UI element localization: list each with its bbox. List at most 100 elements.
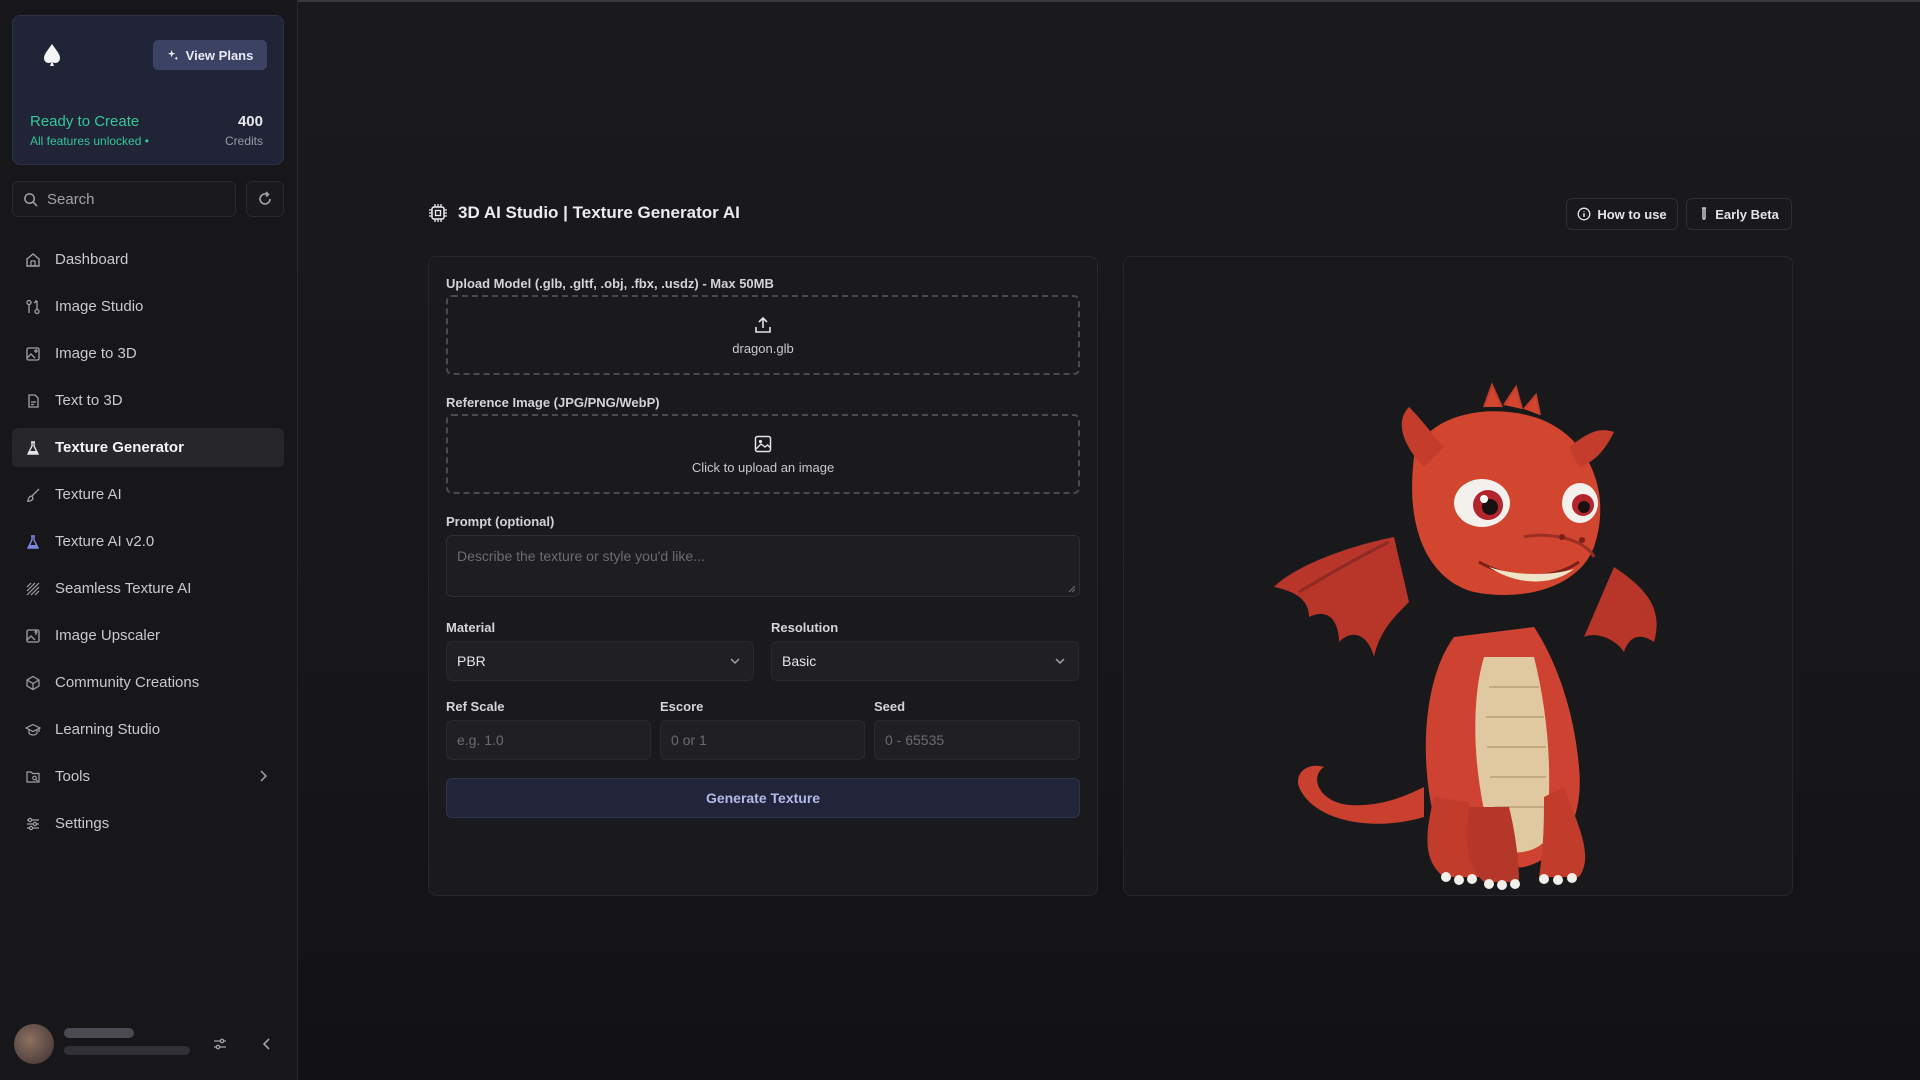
graduation-cap-icon: [25, 723, 41, 736]
sidebar-item-label: Text to 3D: [55, 392, 123, 409]
ready-status: Ready to Create: [30, 113, 140, 130]
credits-count: 400: [237, 113, 263, 130]
settings-toggle-icon[interactable]: [212, 1036, 228, 1052]
hatch-icon: [26, 582, 40, 595]
flask-icon: [26, 440, 40, 455]
prompt-textarea[interactable]: Describe the texture or style you'd like…: [446, 535, 1080, 597]
model-preview[interactable]: [1123, 256, 1793, 896]
user-email-blurred: [64, 1046, 190, 1055]
resize-handle-icon[interactable]: [1066, 583, 1076, 593]
view-plans-button[interactable]: View Plans: [153, 40, 267, 70]
search-input[interactable]: Search: [12, 181, 236, 217]
sidebar: View Plans Ready to Create All features …: [0, 0, 298, 1080]
git-compare-icon: [26, 299, 40, 314]
sidebar-item-label: Dashboard: [55, 251, 129, 268]
sidebar-item-settings[interactable]: Settings: [12, 804, 284, 843]
upload-model-label: Upload Model (.glb, .gltf, .obj, .fbx, .…: [446, 276, 774, 291]
seed-input[interactable]: 0 - 65535: [874, 720, 1080, 760]
escore-label: Escore: [660, 699, 704, 714]
info-icon: [1577, 207, 1591, 221]
sidebar-item-image-to-3d[interactable]: Image to 3D: [12, 334, 284, 373]
ref-scale-input[interactable]: e.g. 1.0: [446, 720, 651, 760]
reference-image-dropzone[interactable]: Click to upload an image: [446, 414, 1080, 494]
resolution-value: Basic: [782, 653, 817, 669]
flask-icon: [26, 534, 40, 549]
image-plus-icon: [26, 346, 40, 361]
resolution-label: Resolution: [771, 620, 839, 635]
sidebar-item-label: Image Upscaler: [55, 627, 161, 644]
credits-label: Credits: [224, 134, 263, 148]
upload-icon: [755, 316, 771, 333]
sidebar-item-label: Texture Generator: [55, 439, 184, 456]
sidebar-item-label: Image to 3D: [55, 345, 137, 362]
search-icon: [24, 192, 38, 207]
seed-label: Seed: [874, 699, 906, 714]
sidebar-item-learning-studio[interactable]: Learning Studio: [12, 710, 284, 749]
view-plans-label: View Plans: [185, 47, 254, 63]
box-icon: [26, 675, 40, 690]
chevron-down-icon: [1055, 658, 1065, 665]
prompt-placeholder: Describe the texture or style you'd like…: [457, 548, 705, 564]
collapse-sidebar-icon[interactable]: [260, 1036, 274, 1052]
sidebar-item-label: Community Creations: [55, 674, 200, 691]
ref-scale-placeholder: e.g. 1.0: [457, 732, 504, 748]
chevron-down-icon: [730, 658, 740, 665]
avatar[interactable]: [14, 1024, 54, 1064]
sidebar-item-texture-ai-v2[interactable]: Texture AI v2.0: [12, 522, 284, 561]
refresh-icon: [259, 191, 271, 205]
sidebar-item-texture-generator[interactable]: Texture Generator: [12, 428, 284, 467]
sliders-icon: [27, 817, 39, 830]
uploaded-file-name: dragon.glb: [732, 340, 794, 356]
sidebar-item-label: Tools: [55, 768, 91, 785]
sidebar-item-dashboard[interactable]: Dashboard: [12, 240, 284, 279]
seed-placeholder: 0 - 65535: [885, 732, 945, 748]
early-beta-badge[interactable]: Early Beta: [1686, 198, 1792, 230]
home-icon: [26, 252, 40, 267]
sidebar-item-label: Image Studio: [55, 298, 144, 315]
sidebar-item-seamless-texture-ai[interactable]: Seamless Texture AI: [12, 569, 284, 608]
how-to-use-label: How to use: [1597, 206, 1667, 222]
material-select[interactable]: PBR: [446, 641, 754, 681]
cpu-icon: [429, 204, 447, 222]
sidebar-item-label: Settings: [55, 815, 110, 832]
material-label: Material: [446, 620, 496, 635]
sparkles-icon: [167, 49, 178, 60]
reference-upload-hint: Click to upload an image: [691, 459, 835, 475]
early-beta-label: Early Beta: [1715, 206, 1779, 222]
material-value: PBR: [457, 653, 486, 669]
sidebar-item-image-upscaler[interactable]: Image Upscaler: [12, 616, 284, 655]
sidebar-item-texture-ai[interactable]: Texture AI: [12, 475, 284, 514]
chevron-right-icon: [260, 770, 268, 782]
sidebar-item-label: Seamless Texture AI: [55, 580, 192, 597]
image-up-icon: [26, 628, 40, 643]
sidebar-item-image-studio[interactable]: Image Studio: [12, 287, 284, 326]
page-title: 3D AI Studio | Texture Generator AI: [428, 203, 740, 223]
generate-texture-label: Generate Texture: [705, 790, 821, 806]
sidebar-item-community-creations[interactable]: Community Creations: [12, 663, 284, 702]
escore-input[interactable]: 0 or 1: [660, 720, 865, 760]
plan-card: View Plans Ready to Create All features …: [12, 15, 284, 165]
refresh-button[interactable]: [246, 181, 284, 217]
dragon-model-preview[interactable]: [1124, 257, 1794, 897]
sidebar-item-label: Texture AI: [55, 486, 122, 503]
file-icon: [28, 393, 39, 408]
sidebar-item-tools[interactable]: Tools: [12, 757, 284, 796]
search-placeholder: Search: [47, 190, 95, 208]
page-title-text: 3D AI Studio | Texture Generator AI: [458, 203, 740, 222]
paintbrush-icon: [26, 488, 40, 502]
user-profile[interactable]: [12, 1022, 284, 1066]
model-upload-dropzone[interactable]: dragon.glb: [446, 295, 1080, 375]
prompt-label: Prompt (optional): [446, 514, 555, 529]
resolution-select[interactable]: Basic: [771, 641, 1079, 681]
reference-image-label: Reference Image (JPG/PNG/WebP): [446, 395, 660, 410]
features-status: All features unlocked •: [30, 134, 149, 148]
test-tube-icon: [1702, 207, 1707, 220]
sidebar-item-label: Texture AI v2.0: [55, 533, 155, 550]
sidebar-item-text-to-3d[interactable]: Text to 3D: [12, 381, 284, 420]
logo-icon[interactable]: [39, 42, 65, 68]
how-to-use-button[interactable]: How to use: [1566, 198, 1678, 230]
generate-texture-button[interactable]: Generate Texture: [446, 778, 1080, 818]
ref-scale-label: Ref Scale: [446, 699, 505, 714]
image-icon: [754, 435, 772, 452]
sidebar-nav: Dashboard Image Studio Image to 3D Text …: [12, 240, 284, 851]
